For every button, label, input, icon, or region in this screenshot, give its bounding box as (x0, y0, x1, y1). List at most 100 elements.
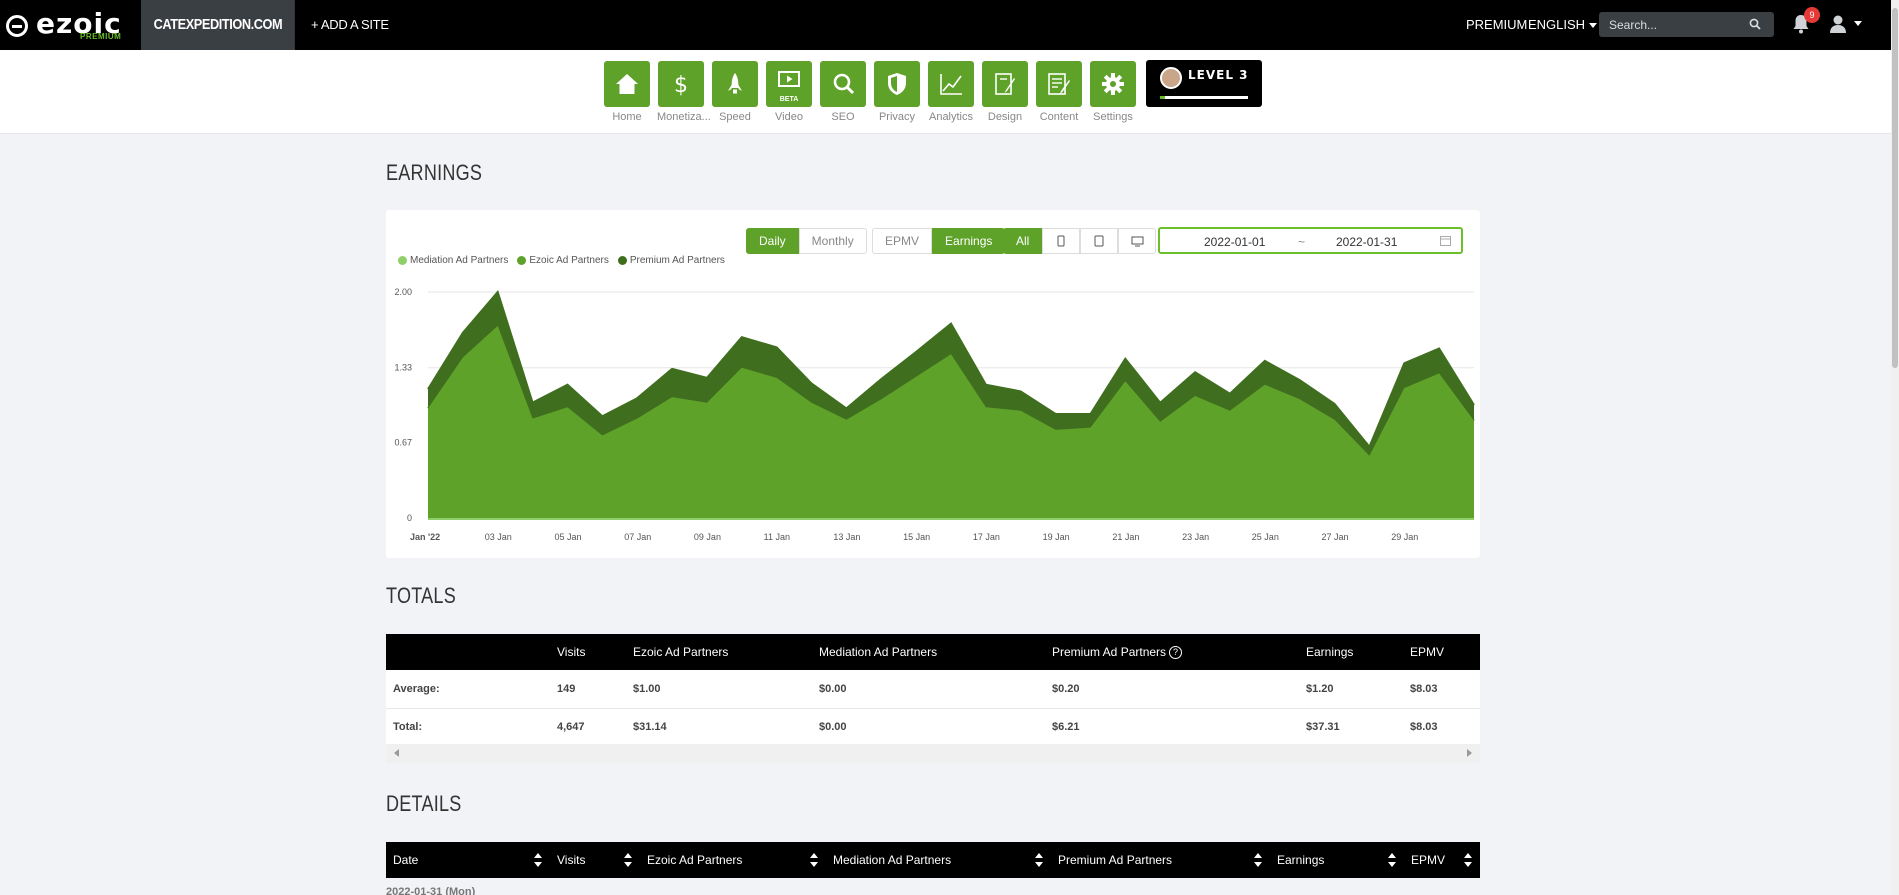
chart-legend: Mediation Ad Partners Ezoic Ad Partners … (398, 255, 734, 266)
nav-privacy[interactable]: Privacy (873, 61, 921, 123)
nav-speed[interactable]: Speed (711, 61, 759, 123)
x-tick-label: 15 Jan (903, 532, 930, 542)
table-header-row: Date Visits Ezoic Ad Partners Mediation … (386, 842, 1480, 878)
column-header-label: Premium Ad Partners (1052, 644, 1167, 659)
scroll-left-icon[interactable] (394, 749, 399, 757)
table-cell: Average: (386, 670, 550, 709)
mobile-button[interactable] (1042, 228, 1081, 254)
ezoic-logo[interactable]: ezoic PREMIUM (4, 8, 134, 42)
nav-design[interactable]: Design (981, 61, 1029, 123)
epmv-button[interactable]: EPMV (872, 228, 933, 254)
sortable-header-mediation[interactable]: Mediation Ad Partners (826, 842, 1051, 878)
gear-icon (1102, 73, 1124, 95)
nav-video[interactable]: BETA Video (765, 61, 813, 123)
table-cell: $0.20 (1045, 670, 1299, 709)
sort-icon[interactable] (1464, 853, 1472, 867)
sort-icon[interactable] (534, 853, 542, 867)
page-scrollbar-thumb[interactable] (1892, 8, 1898, 368)
legend-item-ezoic[interactable]: Ezoic Ad Partners (517, 255, 609, 266)
legend-label: Ezoic Ad Partners (529, 255, 609, 266)
details-heading: DETAILS (386, 791, 462, 816)
site-selector-tab[interactable]: CATEXPEDITION.COM (141, 0, 295, 50)
x-tick-label: 07 Jan (624, 532, 651, 542)
nav-label: SEO (831, 111, 855, 123)
y-tick-label: 2.00 (394, 287, 412, 297)
tablet-button[interactable] (1080, 228, 1119, 254)
column-header-label: Date (393, 853, 419, 867)
sort-icon[interactable] (1254, 853, 1262, 867)
period-toggle: Daily Monthly (746, 228, 867, 254)
sortable-header-visits[interactable]: Visits (550, 842, 640, 878)
x-tick-label: 27 Jan (1322, 532, 1349, 542)
legend-label: Mediation Ad Partners (410, 255, 509, 266)
sort-icon[interactable] (810, 853, 818, 867)
table-cell: 149 (550, 670, 626, 709)
sort-icon[interactable] (624, 853, 632, 867)
legend-label: Premium Ad Partners (629, 255, 725, 266)
nav-label: Settings (1093, 111, 1133, 123)
add-site-link[interactable]: + ADD A SITE (311, 0, 389, 50)
app-toolbar: Home $ Monetiza... Speed BETA Video SEO … (0, 50, 1899, 134)
search-icon[interactable] (1749, 18, 1761, 30)
x-tick-label: 11 Jan (764, 532, 790, 542)
sortable-header-premium[interactable]: Premium Ad Partners (1051, 842, 1270, 878)
earnings-button[interactable]: Earnings (932, 228, 1006, 254)
table-header-row: Visits Ezoic Ad Partners Mediation Ad Pa… (386, 634, 1480, 670)
nav-content[interactable]: Content (1035, 61, 1083, 123)
sort-icon[interactable] (1388, 853, 1396, 867)
help-icon[interactable]: ? (1169, 646, 1183, 660)
table-cell: $31.14 (626, 708, 812, 747)
legend-item-mediation[interactable]: Mediation Ad Partners (398, 255, 508, 266)
x-tick-label: 03 Jan (485, 532, 512, 542)
search-input[interactable] (1599, 12, 1774, 37)
scroll-right-icon[interactable] (1467, 749, 1472, 757)
notification-badge: 9 (1804, 7, 1820, 23)
page-scrollbar[interactable] (1891, 0, 1899, 895)
logo-premium-label: PREMIUM (80, 32, 122, 41)
nav-home[interactable]: Home (603, 61, 651, 123)
table-cell: $0.00 (812, 708, 1045, 747)
sort-icon[interactable] (1035, 853, 1043, 867)
y-tick-label: 0 (407, 513, 412, 523)
table-cell: $1.20 (1299, 670, 1403, 709)
date-range-picker[interactable]: 2022-01-01 ~ 2022-01-31 (1158, 227, 1463, 254)
language-dropdown[interactable]: ENGLISH (1528, 0, 1598, 50)
metric-toggle: EPMV Earnings (872, 228, 1006, 254)
date-end: 2022-01-31 (1336, 235, 1398, 249)
column-header (386, 634, 550, 670)
mobile-icon (1057, 235, 1065, 247)
date-separator: ~ (1298, 235, 1306, 249)
all-devices-button[interactable]: All (1003, 228, 1043, 254)
sortable-header-ezoic[interactable]: Ezoic Ad Partners (640, 842, 826, 878)
language-label: ENGLISH (1528, 17, 1586, 32)
nav-settings[interactable]: Settings (1089, 61, 1137, 123)
details-first-row-date: 2022-01-31 (Mon) (386, 886, 476, 895)
horizontal-scrollbar[interactable] (386, 744, 1480, 763)
legend-item-premium[interactable]: Premium Ad Partners (617, 255, 725, 266)
nav-analytics[interactable]: Analytics (927, 61, 975, 123)
level-label: LEVEL 3 (1188, 68, 1249, 82)
nav-label: Home (612, 111, 642, 123)
column-header-label: Visits (557, 853, 586, 867)
line-chart-icon (940, 74, 962, 95)
nav-monetization[interactable]: $ Monetiza... (657, 61, 711, 123)
nav-seo[interactable]: SEO (819, 61, 867, 123)
column-header-premium: Premium Ad Partners? (1045, 634, 1299, 670)
column-header: Visits (550, 634, 626, 670)
premium-link[interactable]: PREMIUM (1466, 0, 1527, 50)
x-tick-label: 13 Jan (833, 532, 860, 542)
user-menu[interactable] (1829, 14, 1862, 34)
column-header-label: Mediation Ad Partners (833, 853, 952, 867)
video-icon (778, 71, 800, 87)
column-header-label: Ezoic Ad Partners (647, 853, 743, 867)
sortable-header-date[interactable]: Date (386, 842, 550, 878)
sortable-header-epmv[interactable]: EPMV (1404, 842, 1480, 878)
monthly-button[interactable]: Monthly (798, 228, 867, 254)
x-tick-label: 05 Jan (554, 532, 581, 542)
sortable-header-earnings[interactable]: Earnings (1270, 842, 1404, 878)
desktop-button[interactable] (1118, 228, 1157, 254)
x-tick-label: 19 Jan (1043, 532, 1070, 542)
svg-text:$: $ (674, 73, 688, 97)
daily-button[interactable]: Daily (746, 228, 799, 254)
level-badge[interactable]: LEVEL 3 (1146, 60, 1262, 107)
